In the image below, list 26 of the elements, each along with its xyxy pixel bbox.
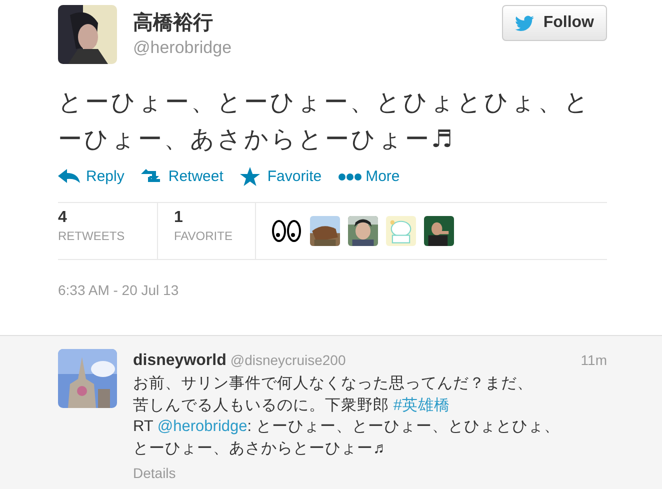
user-name: 高橋裕行 xyxy=(133,11,214,35)
user-handle: @disneycruise200 xyxy=(230,351,346,370)
link[interactable]: @herobridge xyxy=(157,418,248,435)
bird-icon xyxy=(515,15,536,31)
user-name: disneyworld xyxy=(133,351,226,371)
reply-text: お前、サリン事件で何人なくなった思ってんだ？まだ、 xyxy=(133,375,533,392)
reply-text: とーひょー、あさからとーひょー♬ xyxy=(133,440,388,456)
user-handle: @herobridge xyxy=(133,37,232,59)
action-link[interactable]: Favorite xyxy=(239,166,322,188)
timestamp: 6:33 AM - 20 Jul 13 xyxy=(58,280,180,300)
more-icon xyxy=(338,173,362,182)
action-link[interactable]: More xyxy=(338,166,400,188)
time-ago: 11m xyxy=(580,351,607,370)
stat-count: 4 xyxy=(58,208,68,226)
action-link[interactable]: Retweet xyxy=(140,166,224,188)
action-link[interactable]: Reply xyxy=(58,166,124,188)
details-link[interactable]: Details xyxy=(133,463,607,484)
stat-label: RETWEETS xyxy=(58,228,126,244)
link[interactable]: #英雄橋 xyxy=(393,396,450,414)
follow-button[interactable]: Follow xyxy=(502,5,607,41)
stat-count: 1 xyxy=(174,208,184,226)
tweet-text: とーひょー、とーひょー、とひょとひょ、とーひょー、あさからとーひょー♬ xyxy=(58,87,592,155)
reply-text: : とーひょー、とーひょー、とひょとひょ、 xyxy=(247,418,560,435)
reply-text: 苦しんでる人もいるのに。下衆野郎 xyxy=(133,396,390,414)
reply-text: RT xyxy=(133,418,154,435)
stat-label: FAVORITE xyxy=(174,228,234,244)
